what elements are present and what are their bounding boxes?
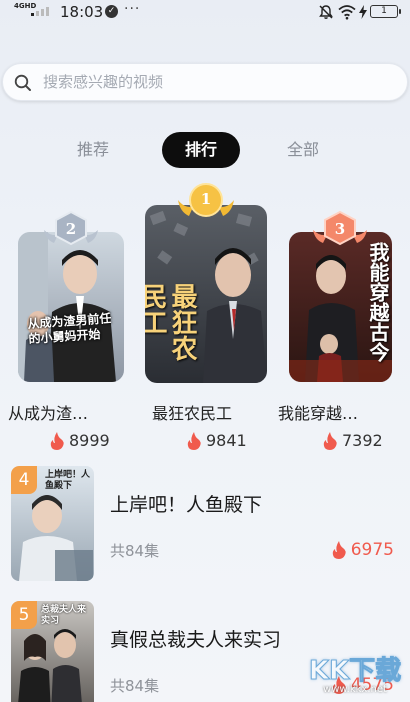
popularity: 9841 xyxy=(186,431,247,450)
rank-badge: 4 xyxy=(11,466,37,494)
episode-count: 共84集 xyxy=(110,542,160,560)
battery-icon: 1 xyxy=(370,5,401,18)
rank-medal-icon: 1 xyxy=(175,180,237,224)
poster-title-text: 总裁夫人来实习 xyxy=(41,605,87,626)
popularity-value: 8999 xyxy=(69,431,110,450)
more-notifications-icon: ··· xyxy=(124,1,141,17)
popularity-value: 7392 xyxy=(342,431,383,450)
wifi-icon xyxy=(338,5,356,20)
tab-ranking[interactable]: 排行 xyxy=(162,132,240,168)
flame-icon xyxy=(50,431,64,450)
popularity: 8999 xyxy=(49,431,110,450)
rank-number: 2 xyxy=(65,220,77,238)
drama-poster[interactable]: 从成为渣男前任的小舅妈开始 xyxy=(18,232,124,382)
list-item[interactable]: 上岸吧！人鱼殿下 4 上岸吧！人鱼殿下 共84集 6975 xyxy=(0,466,410,594)
search-icon xyxy=(14,74,31,91)
rank-number: 1 xyxy=(200,190,212,208)
rank-badge: 5 xyxy=(11,601,37,629)
episode-count: 共84集 xyxy=(110,677,160,695)
popularity-value: 9841 xyxy=(206,431,247,450)
drama-poster[interactable]: 上岸吧！人鱼殿下 4 xyxy=(11,466,94,581)
tab-all[interactable]: 全部 xyxy=(274,132,332,168)
signal-icon xyxy=(31,6,51,16)
flame-icon xyxy=(332,541,346,559)
drama-title[interactable]: 上岸吧！人鱼殿下 xyxy=(110,490,262,517)
popularity: 6975 xyxy=(331,540,394,560)
drama-poster[interactable]: 我能穿越古今 xyxy=(289,232,392,382)
flame-icon xyxy=(187,431,201,450)
status-bar: 4GHD 18:03 ✓ ··· 1 xyxy=(0,0,410,26)
notification-badge-icon: ✓ xyxy=(105,5,118,18)
drama-title[interactable]: 我能穿越… xyxy=(278,400,358,424)
tab-recommend[interactable]: 推荐 xyxy=(64,132,122,168)
watermark-logo: KK下载 www.kkx.net xyxy=(302,650,408,698)
drama-poster[interactable]: 最狂农民工 xyxy=(145,205,267,383)
poster-title-text: 最狂农民工 xyxy=(145,283,197,361)
popularity: 7392 xyxy=(322,431,383,450)
drama-title[interactable]: 从成为渣… xyxy=(8,400,88,424)
rank-number: 3 xyxy=(334,220,346,238)
charging-icon xyxy=(359,5,367,19)
drama-title[interactable]: 最狂农民工 xyxy=(152,400,232,424)
flame-icon xyxy=(323,431,337,450)
rank-medal-icon: 3 xyxy=(309,210,371,254)
watermark-site: www.kkx.net xyxy=(323,684,387,695)
mute-icon xyxy=(319,5,333,19)
search-input[interactable] xyxy=(43,64,383,100)
watermark-text: KK下载 xyxy=(308,656,402,687)
popularity-value: 6975 xyxy=(350,540,394,560)
poster-title-text: 我能穿越古今 xyxy=(366,242,390,362)
rank-medal-icon: 2 xyxy=(40,210,102,254)
drama-poster[interactable]: 总裁夫人来实习 5 xyxy=(11,601,94,702)
search-bar[interactable] xyxy=(2,63,408,101)
poster-title-text: 从成为渣男前任的小舅妈开始 xyxy=(27,311,112,347)
clock: 18:03 xyxy=(60,3,104,21)
drama-title[interactable]: 真假总裁夫人来实习 xyxy=(110,625,281,652)
poster-title-text: 上岸吧！人鱼殿下 xyxy=(45,470,91,491)
